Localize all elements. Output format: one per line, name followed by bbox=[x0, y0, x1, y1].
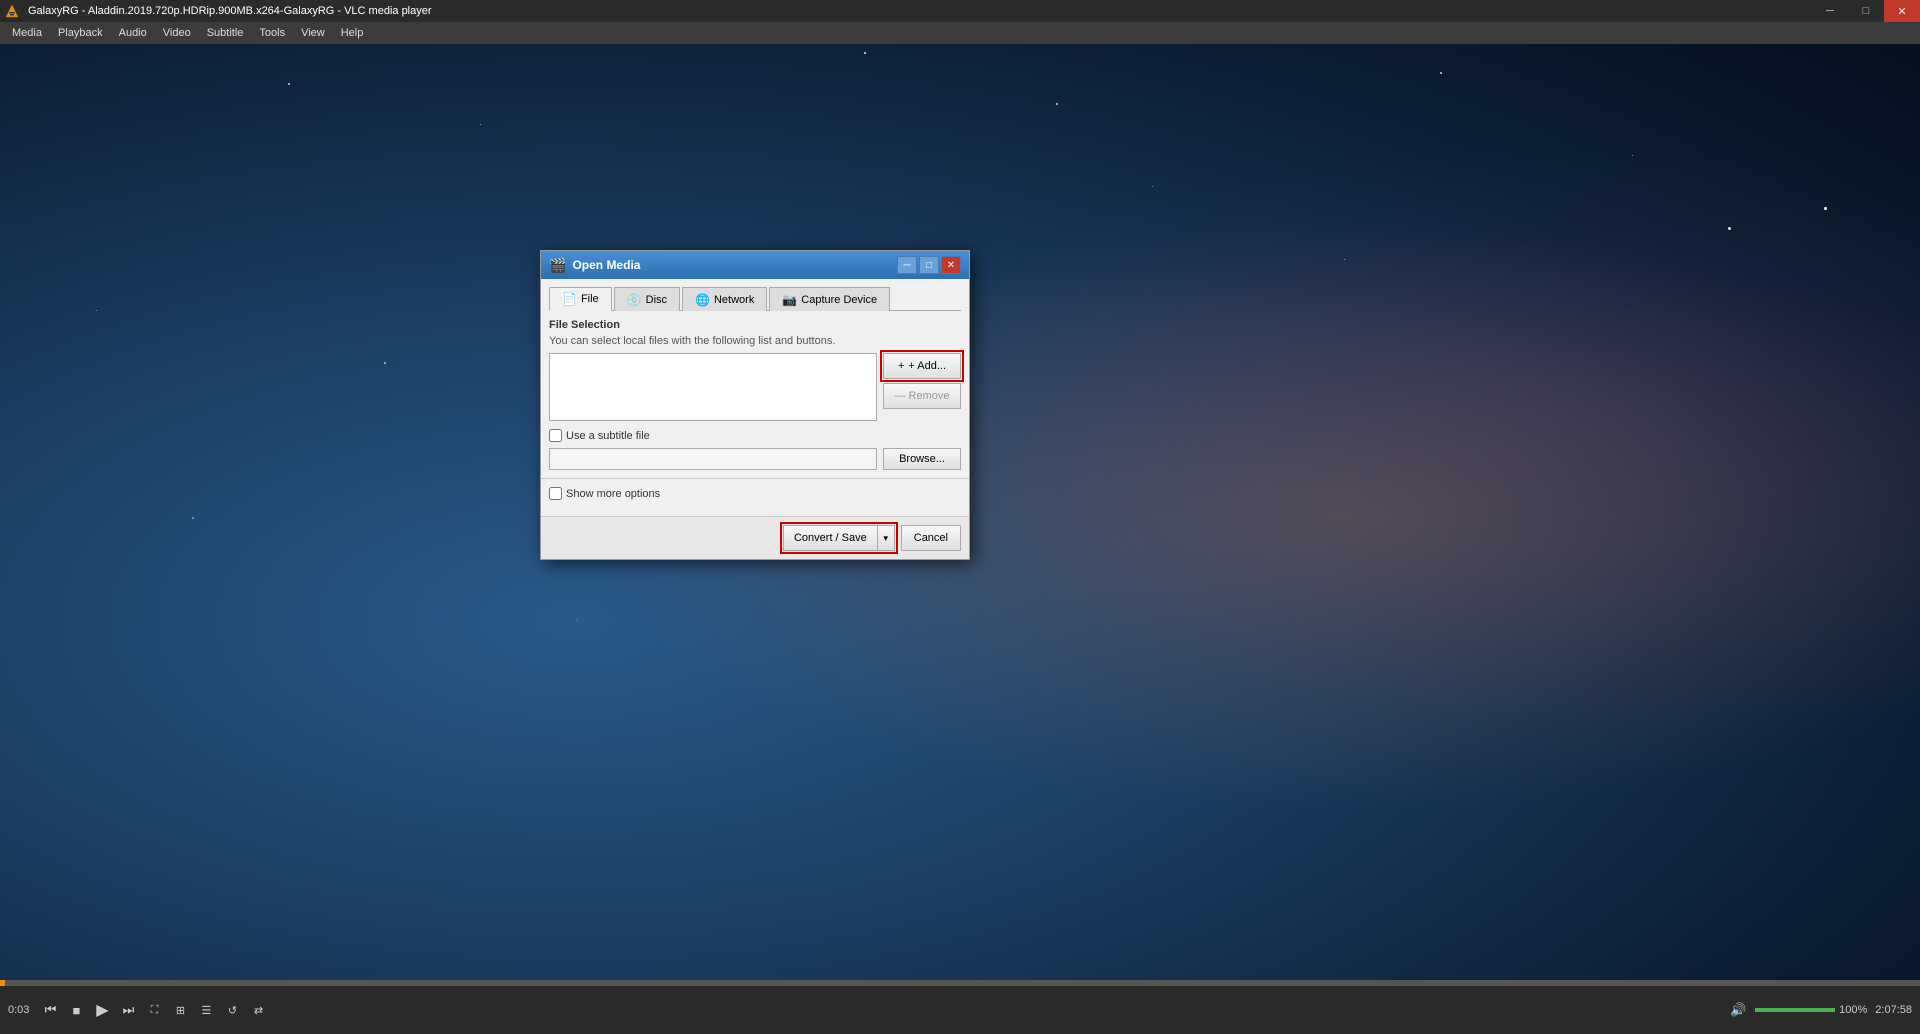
section-title: File Selection bbox=[549, 319, 961, 331]
dialog-title-bar: 🎬 Open Media ─ □ ✕ bbox=[541, 251, 969, 279]
subtitle-checkbox[interactable] bbox=[549, 429, 562, 442]
file-buttons: + + Add... — Remove bbox=[883, 353, 961, 421]
convert-save-wrapper: Convert / Save ▾ bbox=[783, 525, 895, 551]
fullscreen-button[interactable]: ⛶ bbox=[142, 998, 166, 1022]
window-controls: ─ □ ✕ bbox=[1812, 0, 1920, 22]
dialog-vlc-icon: 🎬 bbox=[549, 257, 566, 274]
playlist-button[interactable]: ☰ bbox=[194, 998, 218, 1022]
time-remaining: 2:07:58 bbox=[1875, 1004, 1912, 1016]
show-more-options-checkbox[interactable] bbox=[549, 487, 562, 500]
time-elapsed: 0:03 bbox=[8, 1004, 29, 1016]
restore-button[interactable]: □ bbox=[1848, 0, 1884, 22]
file-tab-icon: 📄 bbox=[562, 292, 577, 306]
volume-fill bbox=[1755, 1008, 1835, 1012]
volume-level: 100% bbox=[1839, 1004, 1867, 1016]
file-area: + + Add... — Remove bbox=[549, 353, 961, 421]
capture-tab-icon: 📷 bbox=[782, 293, 797, 307]
dialog-overlay: 🎬 Open Media ─ □ ✕ 📄 File 💿 Disc bbox=[0, 22, 1920, 980]
volume-icon[interactable]: 🔊 bbox=[1726, 998, 1750, 1022]
tabs-container: 📄 File 💿 Disc 🌐 Network 📷 Capture Device bbox=[549, 287, 961, 311]
cancel-label: Cancel bbox=[914, 532, 948, 544]
disc-tab-icon: 💿 bbox=[627, 293, 642, 307]
subtitle-label-text: Use a subtitle file bbox=[566, 430, 650, 442]
options-area: Show more options bbox=[541, 478, 969, 508]
tab-capture-label: Capture Device bbox=[801, 294, 877, 306]
section-description: You can select local files with the foll… bbox=[549, 335, 961, 347]
remove-label: — Remove bbox=[894, 390, 949, 402]
controls-row: 0:03 ⏮ ■ ▶ ⏭ ⛶ ⊞ ☰ ↺ ⇄ 🔊 100% 2:07:58 bbox=[0, 986, 1920, 1034]
dialog-minimize-btn[interactable]: ─ bbox=[897, 256, 917, 274]
prev-button[interactable]: ⏮ bbox=[38, 998, 62, 1022]
tab-file[interactable]: 📄 File bbox=[549, 287, 612, 311]
dialog-footer: Convert / Save ▾ Cancel bbox=[541, 516, 969, 559]
tab-capture[interactable]: 📷 Capture Device bbox=[769, 287, 890, 311]
convert-save-label: Convert / Save bbox=[794, 532, 867, 544]
play-button[interactable]: ▶ bbox=[90, 998, 114, 1022]
browse-label: Browse... bbox=[899, 453, 945, 465]
remove-button[interactable]: — Remove bbox=[883, 383, 961, 409]
minimize-button[interactable]: ─ bbox=[1812, 0, 1848, 22]
extended-button[interactable]: ⊞ bbox=[168, 998, 192, 1022]
volume-area: 🔊 100% bbox=[1725, 998, 1867, 1022]
convert-save-dropdown-button[interactable]: ▾ bbox=[877, 525, 895, 551]
stop-button[interactable]: ■ bbox=[64, 998, 88, 1022]
add-button[interactable]: + + Add... bbox=[883, 353, 961, 379]
close-button[interactable]: ✕ bbox=[1884, 0, 1920, 22]
convert-arrow-icon: ▾ bbox=[883, 533, 888, 544]
show-more-options-label[interactable]: Show more options bbox=[549, 487, 660, 500]
browse-button[interactable]: Browse... bbox=[883, 448, 961, 470]
title-bar: GalaxyRG - Aladdin.2019.720p.HDRip.900MB… bbox=[0, 0, 1920, 22]
loop-button[interactable]: ↺ bbox=[220, 998, 244, 1022]
dialog-close-btn[interactable]: ✕ bbox=[941, 256, 961, 274]
file-list[interactable] bbox=[549, 353, 877, 421]
subtitle-row: Use a subtitle file bbox=[549, 429, 961, 442]
cancel-button[interactable]: Cancel bbox=[901, 525, 961, 551]
dialog-title: Open Media bbox=[572, 258, 897, 272]
tab-network-label: Network bbox=[714, 294, 754, 306]
dialog-body: 📄 File 💿 Disc 🌐 Network 📷 Capture Device… bbox=[541, 279, 969, 516]
subtitle-checkbox-label[interactable]: Use a subtitle file bbox=[549, 429, 650, 442]
subtitle-input[interactable] bbox=[549, 448, 877, 470]
tab-file-label: File bbox=[581, 293, 599, 305]
next-button[interactable]: ⏭ bbox=[116, 998, 140, 1022]
tab-disc[interactable]: 💿 Disc bbox=[614, 287, 680, 311]
convert-save-main-button[interactable]: Convert / Save bbox=[783, 525, 877, 551]
open-media-dialog: 🎬 Open Media ─ □ ✕ 📄 File 💿 Disc bbox=[540, 250, 970, 560]
add-label: + Add... bbox=[908, 360, 946, 372]
volume-bar[interactable] bbox=[1755, 1008, 1835, 1012]
app-icon bbox=[4, 3, 20, 19]
tab-network[interactable]: 🌐 Network bbox=[682, 287, 767, 311]
random-button[interactable]: ⇄ bbox=[246, 998, 270, 1022]
tab-disc-label: Disc bbox=[646, 294, 667, 306]
network-tab-icon: 🌐 bbox=[695, 293, 710, 307]
show-more-label-text: Show more options bbox=[566, 488, 660, 500]
dialog-window-controls: ─ □ ✕ bbox=[897, 256, 961, 274]
add-icon: + bbox=[898, 360, 904, 372]
subtitle-input-row: Browse... bbox=[549, 448, 961, 470]
dialog-restore-btn[interactable]: □ bbox=[919, 256, 939, 274]
bottom-bar: 0:03 ⏮ ■ ▶ ⏭ ⛶ ⊞ ☰ ↺ ⇄ 🔊 100% 2:07:58 bbox=[0, 980, 1920, 1034]
window-title: GalaxyRG - Aladdin.2019.720p.HDRip.900MB… bbox=[24, 5, 1812, 17]
convert-save-button-group: Convert / Save ▾ bbox=[783, 525, 895, 551]
